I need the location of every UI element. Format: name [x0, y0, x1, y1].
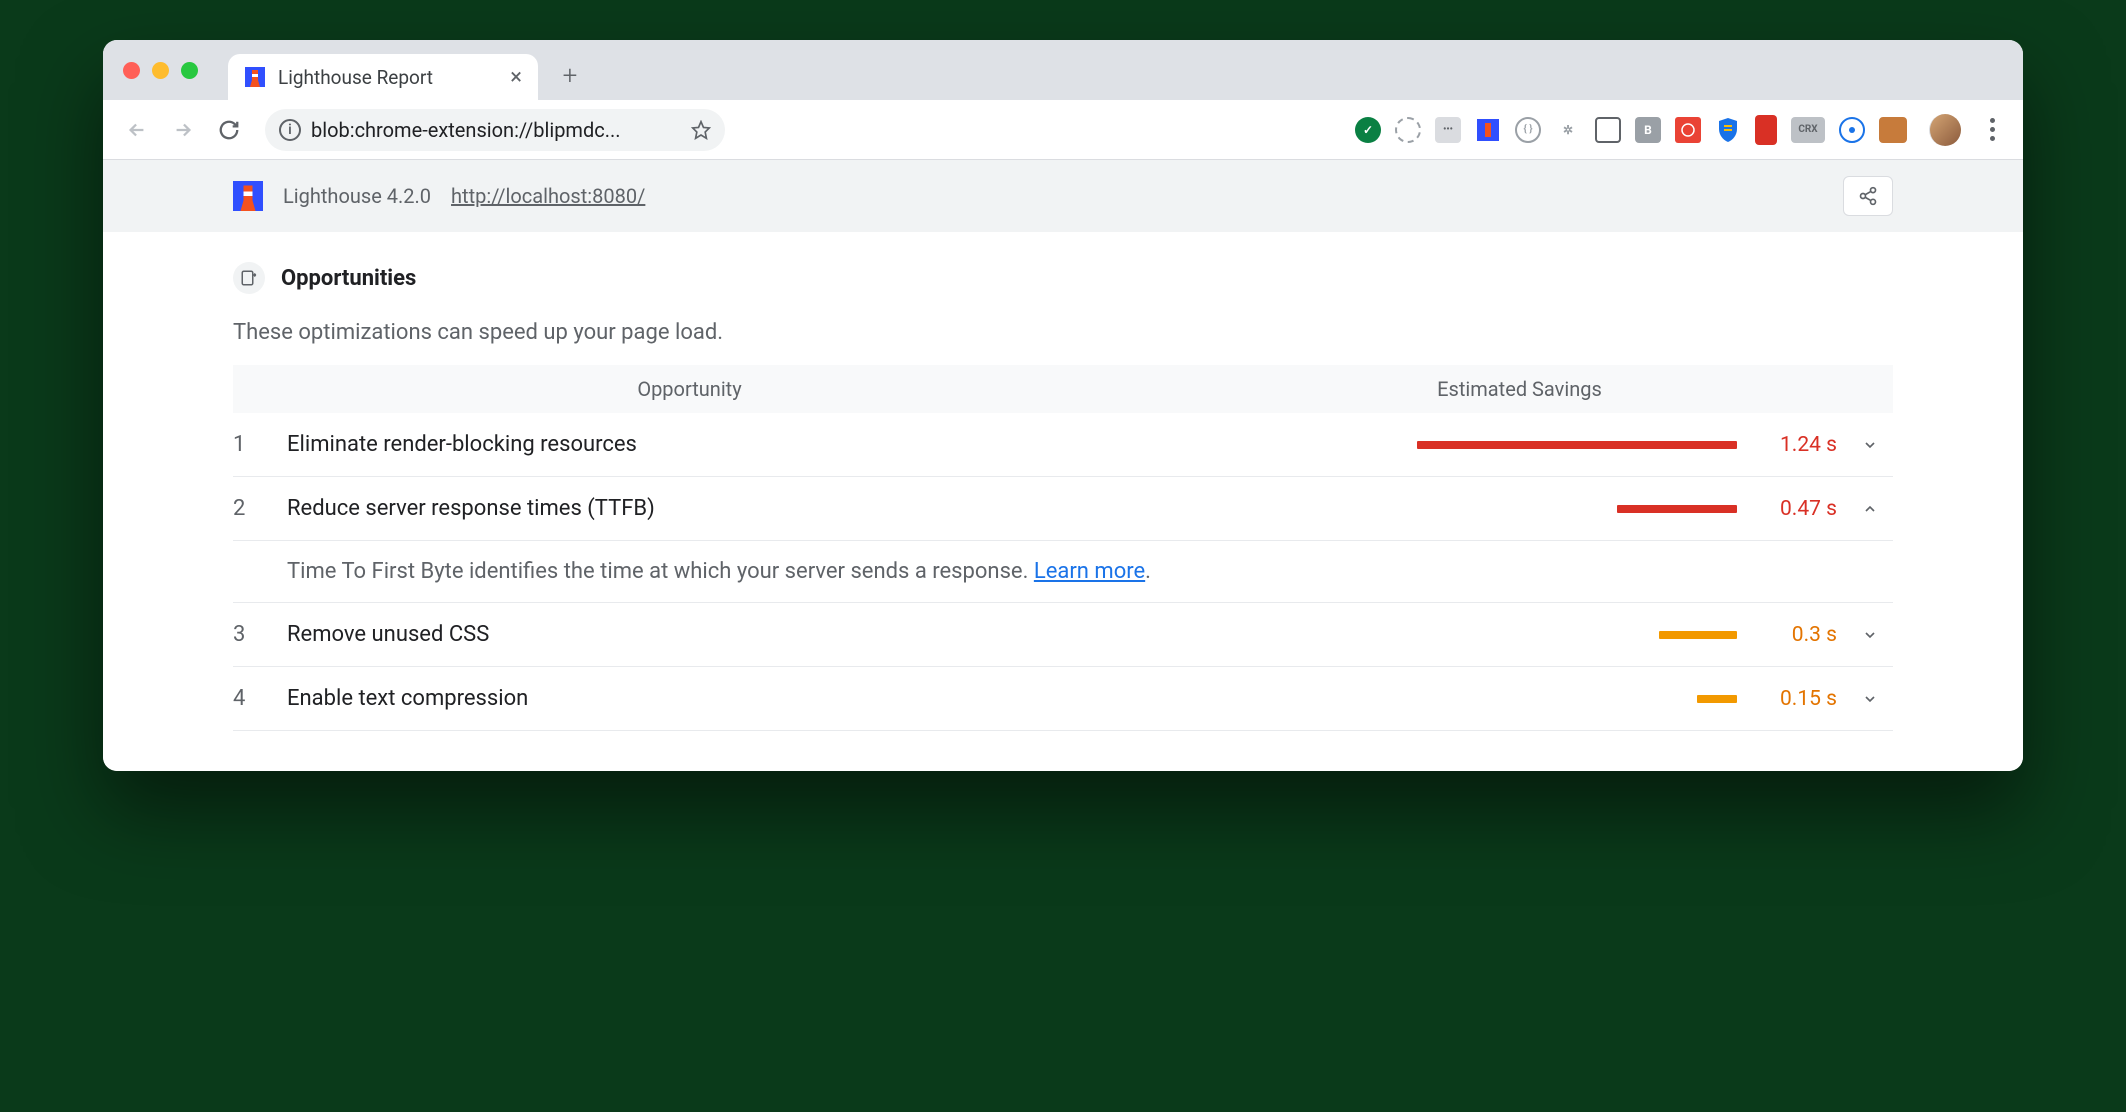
opportunity-number: 2	[233, 496, 287, 521]
back-button[interactable]	[117, 110, 157, 150]
savings-value: 0.15 s	[1757, 687, 1837, 711]
chevron-up-icon[interactable]	[1857, 501, 1883, 517]
minimize-window-button[interactable]	[152, 62, 169, 79]
opportunity-number: 3	[233, 622, 287, 647]
lighthouse-version: Lighthouse 4.2.0	[283, 184, 431, 208]
opportunity-row[interactable]: 1 Eliminate render-blocking resources 1.…	[233, 413, 1893, 477]
savings-bar	[1697, 695, 1737, 703]
opportunity-detail: Time To First Byte identifies the time a…	[233, 541, 1893, 603]
savings-value: 0.47 s	[1757, 497, 1837, 521]
tab-bar: Lighthouse Report × +	[103, 40, 2023, 100]
savings-bar	[1417, 441, 1737, 449]
opportunity-number: 1	[233, 432, 287, 457]
extension-icon[interactable]	[1395, 117, 1421, 143]
opportunities-list: 1 Eliminate render-blocking resources 1.…	[233, 413, 1893, 731]
opportunity-row[interactable]: 4 Enable text compression 0.15 s	[233, 667, 1893, 731]
bookmark-star-icon[interactable]	[691, 120, 711, 140]
chevron-down-icon[interactable]	[1857, 437, 1883, 453]
col-savings: Estimated Savings	[1146, 377, 1893, 401]
profile-avatar[interactable]	[1929, 114, 1961, 146]
new-tab-button[interactable]: +	[550, 56, 590, 96]
opportunity-name: Remove unused CSS	[287, 622, 1146, 647]
browser-menu-button[interactable]	[1975, 118, 2009, 141]
browser-toolbar: i blob:chrome-extension://blipmdc... ✓ •…	[103, 100, 2023, 160]
section-header: Opportunities	[233, 262, 1893, 294]
learn-more-link[interactable]: Learn more	[1034, 559, 1145, 584]
chevron-down-icon[interactable]	[1857, 627, 1883, 643]
url-text: blob:chrome-extension://blipmdc...	[311, 118, 681, 142]
window-controls	[123, 62, 198, 79]
extension-icon[interactable]: B	[1635, 117, 1661, 143]
lighthouse-header: Lighthouse 4.2.0 http://localhost:8080/	[103, 160, 2023, 232]
opportunities-icon	[233, 262, 265, 294]
opportunity-row[interactable]: 3 Remove unused CSS 0.3 s	[233, 603, 1893, 667]
site-info-icon[interactable]: i	[279, 119, 301, 141]
extension-icon[interactable]	[1475, 117, 1501, 143]
opportunity-row[interactable]: 2 Reduce server response times (TTFB) 0.…	[233, 477, 1893, 541]
report-content: Opportunities These optimizations can sp…	[103, 232, 2023, 771]
section-description: These optimizations can speed up your pa…	[233, 320, 1893, 345]
extension-icon[interactable]	[1595, 117, 1621, 143]
opportunity-name: Enable text compression	[287, 686, 1146, 711]
savings-bar	[1659, 631, 1737, 639]
section-title-text: Opportunities	[281, 266, 416, 291]
extension-icon[interactable]: { }	[1515, 117, 1541, 143]
savings-wrap: 0.47 s	[1146, 497, 1893, 521]
savings-wrap: 1.24 s	[1146, 433, 1893, 457]
close-window-button[interactable]	[123, 62, 140, 79]
reload-button[interactable]	[209, 110, 249, 150]
maximize-window-button[interactable]	[181, 62, 198, 79]
tab-title: Lighthouse Report	[278, 66, 433, 89]
opportunity-number: 4	[233, 686, 287, 711]
col-opportunity: Opportunity	[233, 377, 1146, 401]
address-bar[interactable]: i blob:chrome-extension://blipmdc...	[265, 109, 725, 151]
target-url-link[interactable]: http://localhost:8080/	[451, 184, 645, 208]
extension-icon[interactable]	[1879, 117, 1907, 143]
chevron-down-icon[interactable]	[1857, 691, 1883, 707]
opportunity-name: Eliminate render-blocking resources	[287, 432, 1146, 457]
extension-icon[interactable]: •••	[1435, 117, 1461, 143]
extension-icon[interactable]: CRX	[1791, 117, 1825, 143]
lighthouse-favicon-icon	[244, 66, 266, 88]
savings-wrap: 0.15 s	[1146, 687, 1893, 711]
savings-value: 1.24 s	[1757, 433, 1837, 457]
extension-icon[interactable]	[1675, 117, 1701, 143]
extension-icon[interactable]	[1715, 117, 1741, 143]
extension-icon[interactable]	[1755, 115, 1777, 145]
lighthouse-logo-icon	[233, 181, 263, 211]
extension-icon[interactable]: ✓	[1355, 117, 1381, 143]
table-header: Opportunity Estimated Savings	[233, 365, 1893, 413]
savings-value: 0.3 s	[1757, 623, 1837, 647]
browser-tab[interactable]: Lighthouse Report ×	[228, 54, 538, 100]
savings-wrap: 0.3 s	[1146, 623, 1893, 647]
share-button[interactable]	[1843, 176, 1893, 216]
extension-icon[interactable]: ✲	[1555, 117, 1581, 143]
opportunity-name: Reduce server response times (TTFB)	[287, 496, 1146, 521]
extension-icon[interactable]	[1839, 117, 1865, 143]
browser-window: Lighthouse Report × + i blob:chrome-exte…	[103, 40, 2023, 771]
extension-icons: ✓ ••• { } ✲ B CRX	[1355, 114, 2009, 146]
close-tab-icon[interactable]: ×	[510, 65, 522, 90]
savings-bar	[1617, 505, 1737, 513]
forward-button[interactable]	[163, 110, 203, 150]
